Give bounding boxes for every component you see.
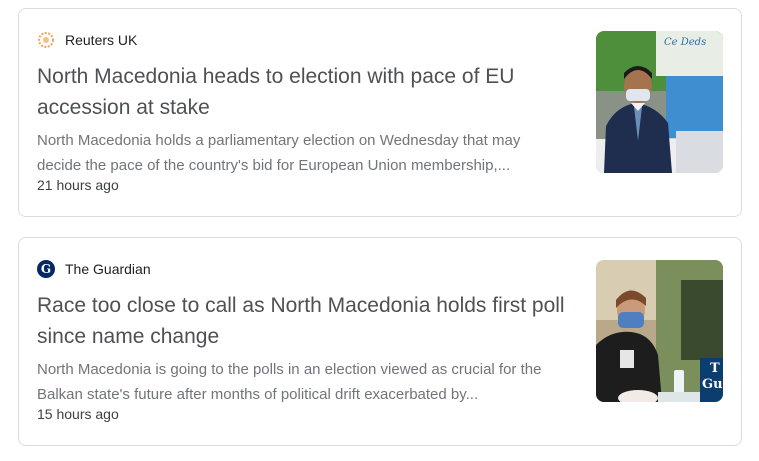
headline-line[interactable]: North Macedonia heads to election with p… xyxy=(37,61,577,92)
reuters-logo-icon xyxy=(37,31,55,49)
guardian-logo-icon: G xyxy=(37,260,55,278)
headline-link[interactable]: North Macedonia heads to election with p… xyxy=(37,61,577,123)
image-text: Gu xyxy=(702,377,723,392)
timestamp: 15 hours ago xyxy=(37,406,119,422)
headline-line[interactable]: Race too close to call as North Macedoni… xyxy=(37,290,577,321)
headline-line[interactable]: since name change xyxy=(37,321,577,352)
news-source: G The Guardian xyxy=(37,260,151,278)
news-card[interactable]: G The Guardian Race too close to call as… xyxy=(18,237,742,446)
snippet: North Macedonia is going to the polls in… xyxy=(37,357,582,407)
snippet-line: North Macedonia holds a parliamentary el… xyxy=(37,132,521,149)
news-source: Reuters UK xyxy=(37,31,137,49)
headline-link[interactable]: Race too close to call as North Macedoni… xyxy=(37,290,577,352)
guardian-logo-letter: G xyxy=(40,262,52,276)
source-name: The Guardian xyxy=(65,261,151,277)
snippet: North Macedonia holds a parliamentary el… xyxy=(37,128,582,178)
snippet-line: decide the pace of the country's bid for… xyxy=(37,157,511,174)
snippet-line: North Macedonia is going to the polls in… xyxy=(37,361,542,378)
image-text: Ce Deds xyxy=(664,37,707,48)
thumbnail-image[interactable]: Ce Deds xyxy=(596,31,723,173)
thumbnail-image[interactable]: T Gu xyxy=(596,260,723,402)
snippet-line: Balkan state's future after months of po… xyxy=(37,386,479,403)
news-card[interactable]: Reuters UK North Macedonia heads to elec… xyxy=(18,8,742,217)
source-name: Reuters UK xyxy=(65,32,138,48)
timestamp: 21 hours ago xyxy=(37,177,119,193)
headline-line[interactable]: accession at stake xyxy=(37,92,577,123)
image-text: T xyxy=(710,361,720,376)
